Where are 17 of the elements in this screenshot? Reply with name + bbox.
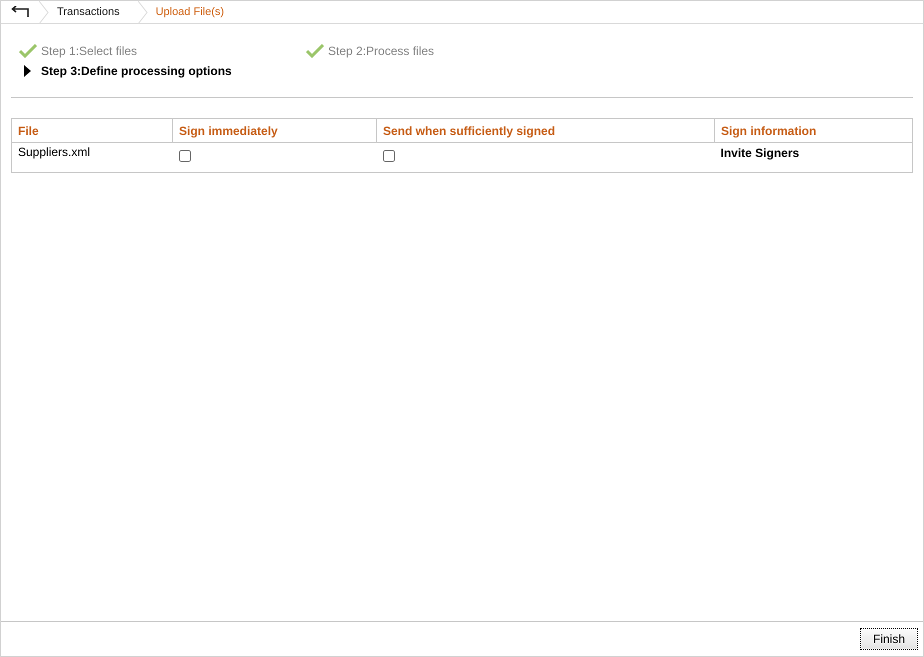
checkbox[interactable] <box>382 150 394 162</box>
checkmark-icon <box>19 44 37 58</box>
table-cell: Invite Signers <box>714 142 912 172</box>
column-header: Send when sufficiently signed <box>376 118 714 142</box>
column-header: File <box>12 118 172 142</box>
step-label: Step 1:Select files <box>41 44 138 58</box>
step-label: Step 3:Define processing options <box>41 64 232 78</box>
triangle-icon <box>24 65 31 77</box>
column-header: Sign immediately <box>172 118 376 142</box>
column-header: Sign information <box>714 118 912 142</box>
breadcrumb-link[interactable]: Upload File(s) <box>148 6 242 18</box>
step-label: Step 2:Process files <box>328 44 434 58</box>
table-cell: Suppliers.xml <box>12 142 172 172</box>
checkbox[interactable] <box>178 150 190 162</box>
breadcrumb-link[interactable]: Transactions <box>49 6 138 18</box>
finish-button[interactable]: Finish <box>860 628 918 650</box>
checkmark-icon <box>306 44 324 58</box>
